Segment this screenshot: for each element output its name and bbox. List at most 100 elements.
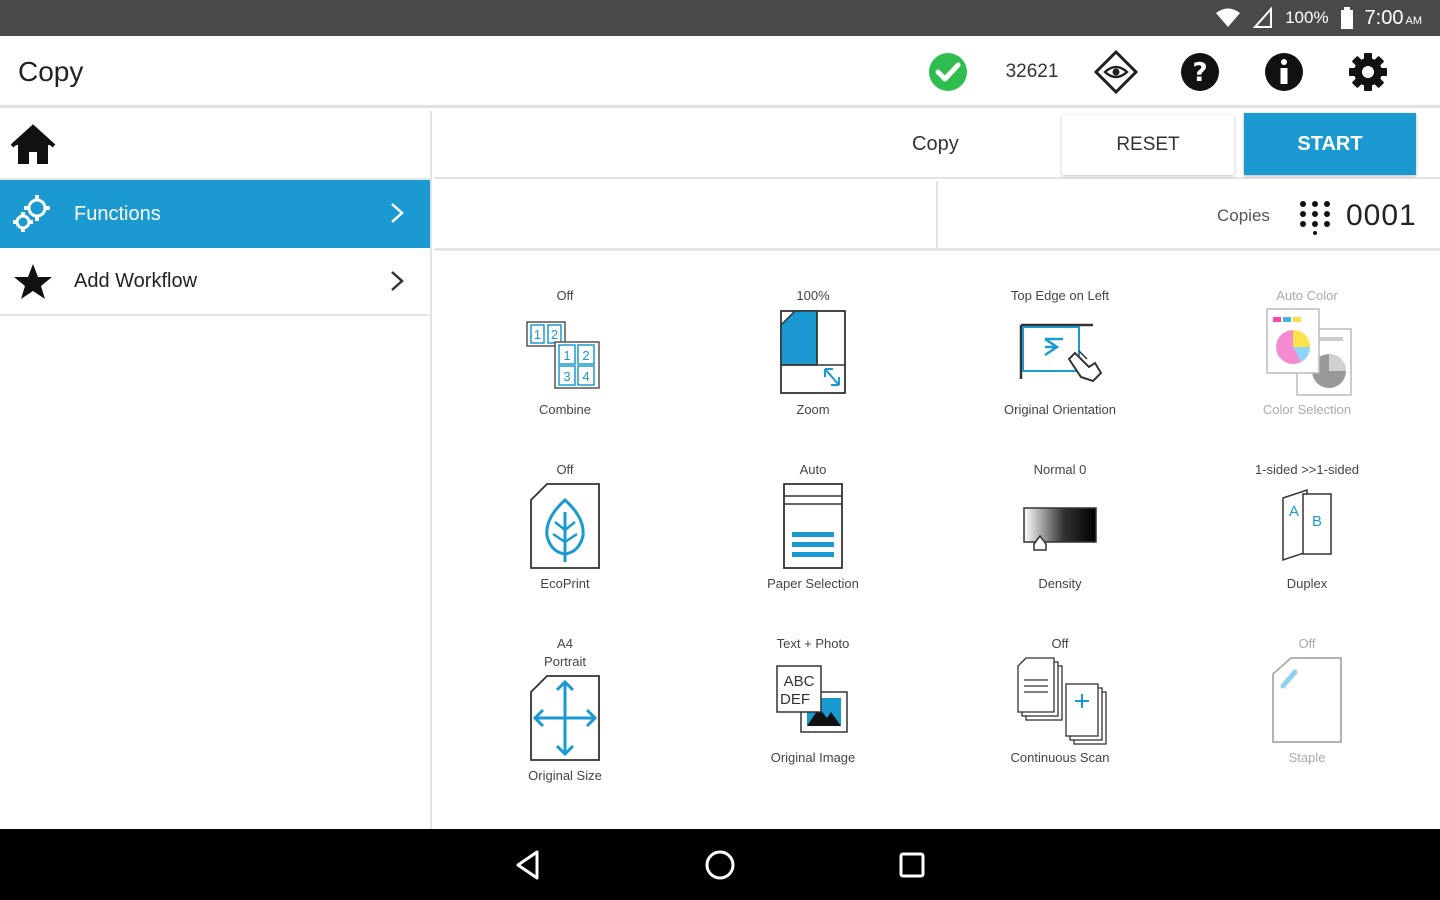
info-button[interactable] xyxy=(1242,50,1326,94)
function-name: EcoPrint xyxy=(540,576,590,591)
continuous-scan-icon xyxy=(960,654,1160,746)
svg-text:B: B xyxy=(1312,513,1322,530)
svg-text:1: 1 xyxy=(563,348,570,363)
copies-label: Copies xyxy=(1217,206,1270,225)
function-combine[interactable]: Off 1 2 1 2 3 4 Combine xyxy=(465,288,665,417)
svg-text:?: ? xyxy=(1192,58,1207,88)
function-value: Off xyxy=(556,462,574,477)
ecoprint-icon xyxy=(465,480,665,572)
svg-text:A: A xyxy=(1289,503,1299,520)
sidebar: Functions Add Workflow xyxy=(0,111,432,829)
function-original-size[interactable]: A4 Portrait Original Size xyxy=(465,636,665,783)
function-name: Staple xyxy=(1288,750,1326,765)
nav-back-button[interactable] xyxy=(508,847,548,883)
function-value: Off xyxy=(556,288,574,303)
function-continuous-scan[interactable]: Off Continuous Scan xyxy=(960,636,1160,765)
function-value-secondary: Portrait xyxy=(544,654,586,669)
star-icon xyxy=(14,264,52,299)
keypad-icon xyxy=(1300,201,1330,235)
system-nav-bar xyxy=(0,829,1440,900)
function-color-selection[interactable]: Auto Color Color Selection xyxy=(1207,288,1407,417)
copies-value[interactable]: 0001 xyxy=(1346,199,1417,233)
action-toolbar: Copy RESET START xyxy=(434,111,1440,179)
function-name: Original Orientation xyxy=(1004,402,1116,417)
system-status-bar: 100% 7:00 AM xyxy=(0,0,1440,36)
function-name: Continuous Scan xyxy=(1010,750,1110,765)
clock-ampm: AM xyxy=(1405,15,1423,27)
recents-square-icon xyxy=(899,852,925,878)
function-ecoprint[interactable]: Off EcoPrint xyxy=(465,462,665,591)
page-title: Copy xyxy=(18,56,84,87)
function-staple[interactable]: Off Staple xyxy=(1207,636,1407,765)
function-value: Auto xyxy=(799,462,827,477)
mode-label: Copy xyxy=(912,133,959,155)
home-icon xyxy=(10,123,56,164)
orientation-icon xyxy=(960,306,1160,398)
combine-icon: 1 2 1 2 3 4 xyxy=(465,306,665,398)
clock-time: 7:00 xyxy=(1364,6,1404,29)
home-button[interactable] xyxy=(0,111,430,180)
device-status-button[interactable] xyxy=(906,50,990,94)
function-value: Auto Color xyxy=(1276,288,1338,303)
divider xyxy=(936,181,938,248)
function-value: Top Edge on Left xyxy=(1010,288,1110,303)
clock: 7:00 AM xyxy=(1365,7,1422,30)
function-density[interactable]: Normal 0 Density xyxy=(960,462,1160,591)
battery-percent: 100% xyxy=(1285,8,1329,27)
gears-icon xyxy=(13,195,50,232)
copies-bar: Copies 0001 xyxy=(434,181,1440,251)
app-bar-actions: 32621 ? xyxy=(906,50,1410,94)
svg-text:3: 3 xyxy=(563,369,570,384)
app-bar: Copy 32621 ? xyxy=(0,36,1440,108)
paper-selection-icon xyxy=(713,480,913,572)
function-name: Original Size xyxy=(528,768,602,783)
sidebar-item-label: Functions xyxy=(74,202,161,225)
check-circle-icon xyxy=(929,53,967,91)
settings-button[interactable] xyxy=(1326,50,1410,94)
function-paper-selection[interactable]: Auto Paper Selection xyxy=(713,462,913,591)
nav-home-button[interactable] xyxy=(700,847,740,883)
function-original-image[interactable]: Text + Photo ABC DEF Original Image xyxy=(713,636,913,765)
function-zoom[interactable]: 100% Zoom xyxy=(713,288,913,417)
original-image-icon: ABC DEF xyxy=(713,654,913,746)
zoom-icon xyxy=(713,306,913,398)
color-selection-icon xyxy=(1207,306,1407,398)
reset-button[interactable]: RESET xyxy=(1062,115,1234,175)
function-name: Color Selection xyxy=(1262,402,1352,417)
svg-text:4: 4 xyxy=(582,369,589,384)
function-name: Original Image xyxy=(770,750,856,765)
job-counter: 32621 xyxy=(1005,61,1059,82)
original-size-icon xyxy=(465,672,665,764)
function-value: Off xyxy=(1051,636,1069,651)
svg-text:2: 2 xyxy=(582,348,589,363)
nav-recents-button[interactable] xyxy=(892,847,932,883)
function-duplex[interactable]: 1-sided >>1-sided A B Duplex xyxy=(1207,462,1407,591)
sidebar-item-functions[interactable]: Functions xyxy=(0,180,430,248)
staple-icon xyxy=(1207,654,1407,746)
function-name: Density xyxy=(1038,576,1082,591)
sidebar-item-label: Add Workflow xyxy=(74,269,198,292)
function-value: 1-sided >>1-sided xyxy=(1254,462,1360,477)
svg-text:2: 2 xyxy=(551,327,558,342)
function-value: 100% xyxy=(796,288,830,303)
function-name: Zoom xyxy=(796,402,830,417)
question-icon: ? xyxy=(1181,53,1219,91)
function-grid: Off 1 2 1 2 3 4 Combine 100% Zoom Top Ed… xyxy=(434,254,1440,829)
signal-icon xyxy=(1253,7,1273,29)
function-value: Text + Photo xyxy=(776,636,850,651)
function-original-orientation[interactable]: Top Edge on Left Original Orientation xyxy=(960,288,1160,417)
chevron-right-icon xyxy=(391,203,404,223)
home-circle-icon xyxy=(705,850,735,880)
density-icon xyxy=(960,480,1160,572)
function-name: Combine xyxy=(538,402,592,417)
start-button[interactable]: START xyxy=(1244,113,1416,175)
svg-text:DEF: DEF xyxy=(780,691,810,708)
eye-diamond-icon xyxy=(1094,50,1138,94)
sidebar-item-add-workflow[interactable]: Add Workflow xyxy=(0,248,430,316)
wifi-icon xyxy=(1215,7,1241,29)
duplex-icon: A B xyxy=(1207,480,1407,572)
svg-text:1: 1 xyxy=(534,327,541,342)
help-button[interactable]: ? xyxy=(1158,50,1242,94)
keypad-button[interactable] xyxy=(1297,199,1333,240)
preview-button[interactable] xyxy=(1074,50,1158,94)
